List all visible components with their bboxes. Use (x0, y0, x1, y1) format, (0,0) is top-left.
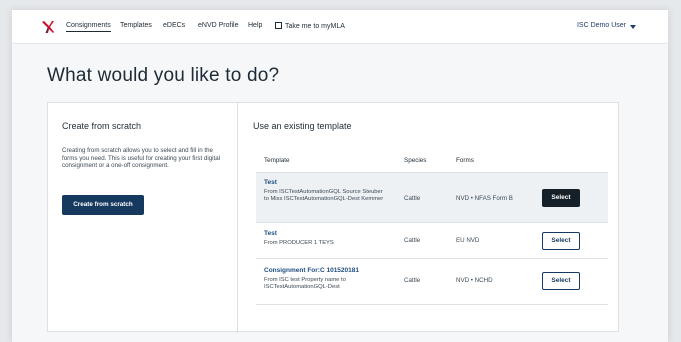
template-species: Cattle (404, 237, 421, 244)
nav-templates[interactable]: Templates (120, 22, 152, 29)
template-name[interactable]: Test (264, 230, 277, 237)
column-template: Template (264, 157, 290, 164)
table-row: Test From ISCTestAutomationGQL Source St… (256, 173, 608, 223)
template-forms: EU NVD (456, 237, 480, 244)
templates-table: Template Species Forms Test From ISCTest… (256, 147, 608, 305)
table-row: Consignment For:C 101520181 From ISC tes… (256, 259, 608, 305)
nav-mymla-label: Take me to myMLA (285, 23, 345, 30)
column-species: Species (404, 157, 427, 164)
table-header: Template Species Forms (256, 147, 608, 173)
template-description: From ISC test Property name to ISCTestAu… (264, 277, 346, 291)
templates-title: Use an existing template (253, 121, 352, 131)
select-button[interactable]: Select (542, 232, 580, 250)
mla-logo-icon[interactable] (40, 19, 56, 35)
template-description: From PRODUCER 1 TEYS (264, 240, 334, 246)
create-from-scratch-button[interactable]: Create from scratch (62, 195, 144, 215)
nav-consignments[interactable]: Consignments (66, 22, 111, 32)
template-species: Cattle (404, 277, 421, 284)
page-title: What would you like to do? (47, 65, 280, 86)
create-from-scratch-panel: Create from scratch Creating from scratc… (48, 103, 238, 333)
scratch-description: Creating from scratch allows you to sele… (62, 147, 221, 170)
template-forms: NVD • NFAS Form B (456, 195, 513, 202)
top-navigation: Consignments Templates eDECs eNVD Profil… (12, 10, 668, 44)
scratch-title: Create from scratch (62, 121, 142, 131)
select-button[interactable]: Select (542, 272, 580, 290)
template-description: From ISCTestAutomationGQL Source Steuber… (264, 189, 384, 203)
table-row: Test From PRODUCER 1 TEYS Cattle EU NVD … (256, 223, 608, 259)
template-name[interactable]: Consignment For:C 101520181 (264, 267, 359, 274)
options-card: Create from scratch Creating from scratc… (47, 102, 619, 333)
template-name[interactable]: Test (264, 179, 277, 186)
user-menu[interactable]: ISC Demo User (577, 22, 626, 29)
app-window: Consignments Templates eDECs eNVD Profil… (12, 10, 668, 342)
nav-envd-profile[interactable]: eNVD Profile (198, 22, 238, 29)
nav-help[interactable]: Help (248, 22, 262, 29)
template-species: Cattle (404, 195, 421, 202)
nav-edecs[interactable]: eDECs (163, 22, 185, 29)
column-forms: Forms (456, 157, 474, 164)
select-button[interactable]: Select (542, 189, 580, 207)
external-link-icon (275, 22, 282, 29)
nav-mymla-link[interactable]: Take me to myMLA (275, 22, 345, 30)
chevron-down-icon[interactable] (630, 25, 636, 29)
template-forms: NVD • NCHD (456, 277, 493, 284)
